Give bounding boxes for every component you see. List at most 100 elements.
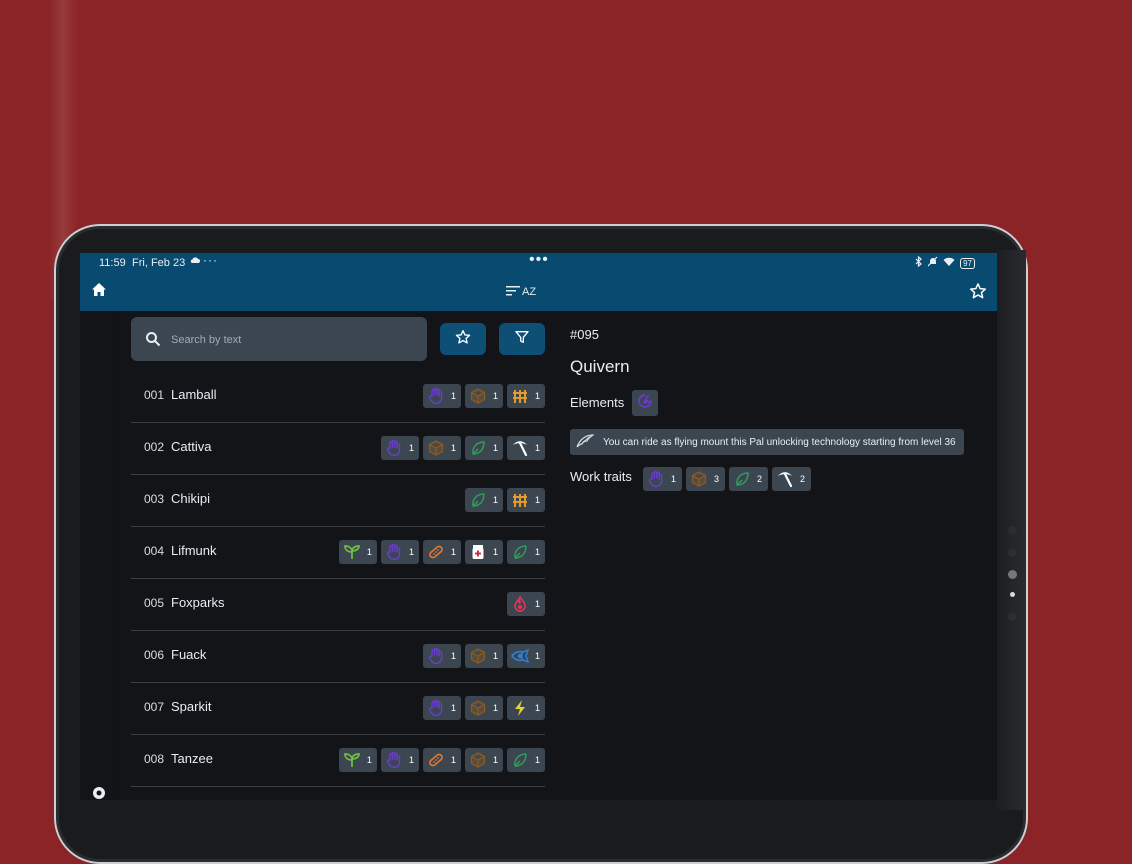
sort-icon — [506, 285, 520, 299]
work-trait-chip: 1 — [464, 436, 503, 460]
electricity-icon — [510, 698, 530, 718]
page-dot — [1008, 526, 1017, 535]
work-trait-chip: 1 — [506, 488, 545, 512]
transporting-icon — [468, 386, 488, 406]
pal-list-item[interactable]: 003 Chikipi 1 1 — [131, 475, 545, 527]
battery-icon: 97 — [960, 257, 975, 269]
farming-icon — [510, 490, 530, 510]
elements-label: Elements — [570, 395, 625, 410]
work-trait-chip: 1 — [464, 488, 503, 512]
work-trait-chip: 1 — [643, 467, 683, 491]
home-icon — [91, 282, 107, 302]
pal-list-item[interactable]: 008 Tanzee 1 1 1 1 1 — [131, 735, 545, 787]
work-trait-chip: 1 — [338, 748, 377, 772]
transporting-icon — [689, 469, 709, 489]
page-dot — [1008, 612, 1017, 621]
status-time: 11:59 — [99, 257, 126, 269]
crafting-icon — [426, 542, 446, 562]
watering-icon — [510, 646, 530, 666]
pal-work-traits: 1 1 1 1 1 — [338, 540, 545, 564]
work-trait-chip: 2 — [772, 467, 812, 491]
work-trait-chip: 1 — [422, 748, 461, 772]
work-trait-level: 3 — [714, 474, 720, 484]
work-trait-level: 1 — [408, 443, 414, 453]
page-dot-active — [1010, 592, 1015, 597]
pal-list-item[interactable]: 005 Foxparks 1 — [131, 579, 545, 631]
sort-label: AZ — [522, 286, 537, 298]
search-box — [131, 317, 427, 361]
work-trait-level: 1 — [492, 547, 498, 557]
multitask-dots[interactable]: ••• — [529, 253, 549, 269]
work-trait-level: 1 — [492, 703, 498, 713]
work-trait-chip: 1 — [506, 540, 545, 564]
sort-button[interactable]: AZ — [506, 285, 536, 299]
pal-number: 005 — [144, 596, 165, 610]
work-trait-chip: 1 — [380, 436, 419, 460]
filter-icon — [514, 329, 530, 350]
status-more: ··· — [203, 253, 218, 267]
status-right-icons: 97 — [915, 255, 975, 270]
crafting-icon — [426, 750, 446, 770]
pal-name: Foxparks — [171, 595, 225, 610]
work-trait-chip: 1 — [464, 696, 503, 720]
work-trait-level: 1 — [534, 547, 540, 557]
pal-number: 008 — [144, 752, 165, 766]
transporting-icon — [468, 698, 488, 718]
pal-work-traits: 11 — [464, 488, 545, 512]
work-trait-level: 1 — [408, 755, 414, 765]
pal-list-item[interactable]: 002 Cattiva 1 1 1 1 — [131, 423, 545, 475]
handiwork-icon — [384, 438, 404, 458]
wing-icon — [576, 433, 595, 451]
pal-work-traits: 1 1 1 — [422, 696, 545, 720]
pal-number: 006 — [144, 648, 165, 662]
work-trait-chip: 1 — [422, 696, 461, 720]
work-trait-level: 1 — [534, 443, 540, 453]
home-button[interactable] — [80, 273, 118, 311]
pal-number: 007 — [144, 700, 165, 714]
search-input[interactable] — [169, 329, 413, 351]
settings-button[interactable] — [90, 784, 108, 800]
pal-list-item[interactable]: 001 Lamball 1 1 1 — [131, 371, 545, 423]
pal-work-traits: 1 1 1 1 — [380, 436, 545, 460]
work-trait-level: 1 — [450, 651, 456, 661]
pal-list-item[interactable]: 006 Fuack 1 1 1 — [131, 631, 545, 683]
favorite-detail-button[interactable] — [969, 282, 987, 305]
pal-list-item[interactable]: 004 Lifmunk 1 1 1 1 1 — [131, 527, 545, 579]
pal-name: Lifmunk — [171, 543, 217, 558]
pal-name: Cattiva — [171, 439, 212, 454]
app-bar: AZ — [118, 273, 997, 311]
filter-button[interactable] — [499, 323, 545, 355]
gathering-icon — [732, 469, 752, 489]
handiwork-icon — [384, 542, 404, 562]
work-trait-chip: 1 — [422, 540, 461, 564]
navigation-rail — [80, 273, 118, 800]
work-trait-level: 2 — [757, 474, 763, 484]
work-trait-level: 1 — [492, 651, 498, 661]
gathering-icon — [468, 438, 488, 458]
work-trait-level: 2 — [800, 474, 806, 484]
mount-info: You can ride as flying mount this Pal un… — [570, 429, 964, 455]
work-trait-chip: 1 — [506, 384, 545, 408]
pal-name: Quivern — [570, 357, 630, 376]
farming-icon — [510, 386, 530, 406]
element-chip — [632, 390, 658, 416]
page-indicator — [1008, 526, 1018, 634]
star-outline-icon — [969, 283, 987, 304]
work-trait-chip: 1 — [506, 592, 545, 616]
work-trait-level: 1 — [534, 755, 540, 765]
pal-list-item[interactable]: 007 Sparkit 1 1 1 — [131, 683, 545, 735]
work-trait-level: 1 — [671, 474, 677, 484]
favorites-filter-button[interactable] — [440, 323, 486, 355]
work-trait-chip: 1 — [380, 540, 419, 564]
work-trait-level: 1 — [450, 391, 456, 401]
work-traits: 1 3 2 2 — [643, 467, 812, 491]
pal-work-traits: 1 1 1 — [422, 644, 545, 668]
planting-icon — [342, 542, 362, 562]
work-trait-chip: 1 — [380, 748, 419, 772]
work-trait-chip: 2 — [729, 467, 769, 491]
page-dot — [1008, 548, 1017, 557]
handiwork-icon — [426, 386, 446, 406]
gathering-icon — [510, 542, 530, 562]
work-trait-level: 1 — [450, 443, 456, 453]
pal-number: 001 — [144, 388, 165, 402]
